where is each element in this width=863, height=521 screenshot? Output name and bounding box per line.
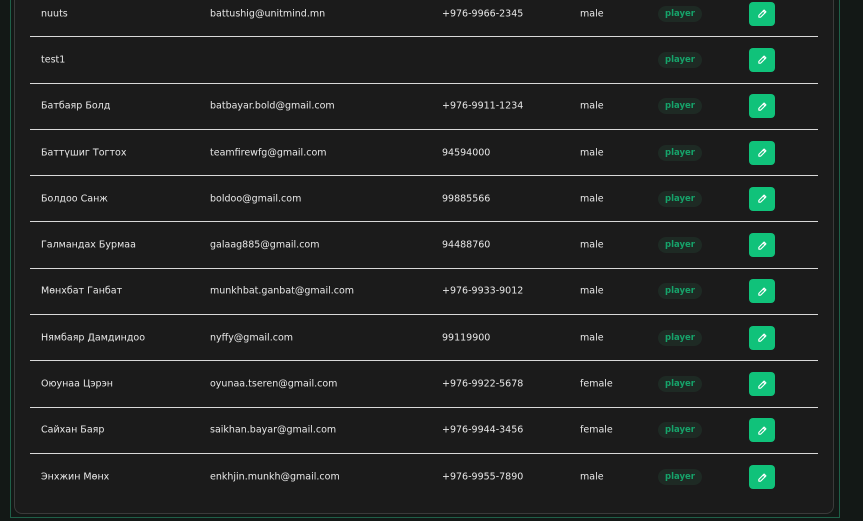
users-table-body: nuuts battushig@unitmind.mn +976-9966-2345… bbox=[30, 0, 818, 500]
user-name: Болдоо Санж bbox=[41, 193, 108, 205]
edit-button[interactable] bbox=[749, 279, 775, 304]
user-name: nuuts bbox=[41, 8, 68, 20]
user-name: Сайхан Баяр bbox=[41, 424, 105, 436]
pencil-icon bbox=[757, 9, 766, 18]
pencil-icon bbox=[757, 287, 766, 296]
pencil-icon bbox=[757, 194, 766, 204]
pencil-icon bbox=[757, 333, 766, 342]
user-name: Энхжин Мөнх bbox=[41, 471, 110, 483]
user-gender: male bbox=[580, 471, 604, 483]
edit-button[interactable] bbox=[749, 325, 775, 350]
user-email: batbayar.bold@gmail.com bbox=[210, 100, 335, 112]
user-name: Батбаяр Болд bbox=[41, 100, 111, 112]
edit-button[interactable] bbox=[749, 372, 775, 397]
user-phone: +976-9911-1234 bbox=[442, 100, 524, 112]
edit-button[interactable] bbox=[749, 94, 775, 119]
edit-button[interactable] bbox=[749, 418, 775, 443]
user-name: Оюунаа Цэрэн bbox=[41, 378, 114, 390]
pencil-icon bbox=[757, 426, 766, 435]
edit-button[interactable] bbox=[749, 186, 775, 211]
user-name: Баттүшиг Тогтох bbox=[41, 147, 127, 159]
table-row: Батбаяр Болд batbayar.bold@gmail.com +976-… bbox=[30, 84, 818, 130]
user-phone: +976-9966-2345 bbox=[442, 8, 524, 20]
app-background: nuuts battushig@unitmind.mn +976-9966-2345… bbox=[0, 0, 863, 521]
user-phone: +976-9922-5678 bbox=[442, 378, 524, 390]
role-badge: player bbox=[658, 376, 702, 393]
user-phone: 94488760 bbox=[442, 239, 491, 251]
user-phone: 99885566 bbox=[442, 193, 491, 205]
user-gender: male bbox=[580, 100, 604, 112]
edit-button[interactable] bbox=[749, 465, 775, 490]
edit-button[interactable] bbox=[749, 1, 775, 26]
table-row: Нямбаяр Дамдиндоо nyffy@gmail.com 99119900… bbox=[30, 315, 818, 362]
table-row: Болдоо Санж boldoo@gmail.com 99885566 male p… bbox=[30, 176, 818, 223]
user-email: enkhjin.munkh@gmail.com bbox=[210, 471, 340, 483]
role-badge: player bbox=[658, 237, 702, 254]
user-gender: male bbox=[580, 239, 604, 251]
user-phone: 94594000 bbox=[442, 147, 491, 159]
role-badge: player bbox=[658, 51, 702, 68]
role-badge: player bbox=[658, 98, 702, 115]
outer-border-right bbox=[839, 0, 840, 517]
user-gender: male bbox=[580, 285, 604, 297]
table-row: nuuts battushig@unitmind.mn +976-9966-2345… bbox=[30, 0, 818, 38]
role-badge: player bbox=[658, 144, 702, 161]
user-phone: +976-9944-3456 bbox=[442, 424, 524, 436]
user-name: Мөнхбат Ганбат bbox=[41, 285, 123, 297]
user-email: nyffy@gmail.com bbox=[210, 332, 294, 344]
role-badge: player bbox=[658, 190, 702, 207]
table-row: Оюунаа Цэрэн oyunaa.tseren@gmail.com +976-… bbox=[30, 361, 818, 408]
user-email: teamfirewfg@gmail.com bbox=[210, 147, 327, 159]
user-gender: male bbox=[580, 332, 604, 344]
edit-button[interactable] bbox=[749, 140, 775, 165]
role-badge: player bbox=[658, 283, 702, 300]
user-name: Галмандах Бурмаа bbox=[41, 239, 136, 251]
role-badge: player bbox=[658, 469, 702, 486]
pencil-icon bbox=[757, 241, 766, 250]
user-email: galaag885@gmail.com bbox=[210, 239, 320, 251]
user-email: munkhbat.ganbat@gmail.com bbox=[210, 285, 355, 297]
user-gender: female bbox=[580, 424, 613, 436]
user-name: test1 bbox=[41, 54, 66, 66]
pencil-icon bbox=[757, 55, 766, 65]
table-row: Энхжин Мөнх enkhjin.munkh@gmail.com +976-9… bbox=[30, 454, 818, 500]
user-email: battushig@unitmind.mn bbox=[210, 8, 326, 20]
user-phone: +976-9955-7890 bbox=[442, 471, 524, 483]
user-email: boldoo@gmail.com bbox=[210, 193, 302, 205]
role-badge: player bbox=[658, 422, 702, 439]
user-gender: male bbox=[580, 8, 604, 20]
pencil-icon bbox=[757, 380, 766, 389]
table-row: Сайхан Баяр saikhan.bayar@gmail.com +976-9… bbox=[30, 408, 818, 454]
user-email: saikhan.bayar@gmail.com bbox=[210, 424, 337, 436]
role-badge: player bbox=[658, 329, 702, 346]
user-email: oyunaa.tseren@gmail.com bbox=[210, 378, 338, 390]
role-badge: player bbox=[658, 5, 702, 22]
user-gender: female bbox=[580, 378, 613, 390]
user-gender: male bbox=[580, 147, 604, 159]
pencil-icon bbox=[757, 102, 766, 111]
table-row: Галмандах Бурмаа galaag885@gmail.com 94488… bbox=[30, 222, 818, 269]
edit-button[interactable] bbox=[749, 47, 775, 72]
user-phone: +976-9933-9012 bbox=[442, 285, 524, 297]
pencil-icon bbox=[757, 473, 766, 482]
user-phone: 99119900 bbox=[442, 332, 491, 344]
outer-border-bottom bbox=[10, 517, 840, 518]
outer-border-left bbox=[10, 0, 11, 517]
table-row: Баттүшиг Тогтох teamfirewfg@gmail.com 9459… bbox=[30, 130, 818, 177]
table-row: Мөнхбат Ганбат munkhbat.ganbat@gmail.com +… bbox=[30, 269, 818, 316]
user-gender: male bbox=[580, 193, 604, 205]
edit-button[interactable] bbox=[749, 233, 775, 258]
table-row: test1 player bbox=[30, 37, 818, 84]
user-name: Нямбаяр Дамдиндоо bbox=[41, 332, 146, 344]
pencil-icon bbox=[757, 148, 766, 157]
